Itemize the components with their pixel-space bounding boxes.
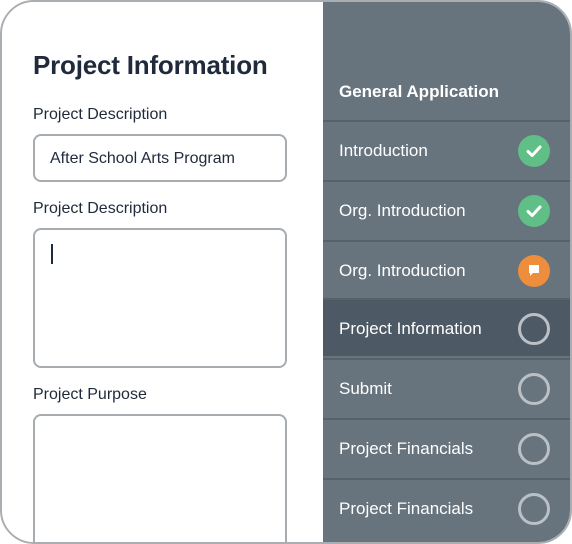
empty-circle-icon <box>518 493 550 525</box>
page-title: Project Information <box>33 50 268 80</box>
project-description-textarea[interactable] <box>33 228 287 368</box>
sidebar-item-org-introduction-2[interactable]: Org. Introduction <box>323 240 570 298</box>
project-purpose-textarea[interactable] <box>33 414 287 542</box>
sidebar-item-submit[interactable]: Submit <box>323 358 570 416</box>
empty-circle-icon <box>518 433 550 465</box>
project-description-label-2: Project Description <box>33 200 168 217</box>
project-purpose-label: Project Purpose <box>33 386 147 403</box>
sidebar-item-org-introduction[interactable]: Org. Introduction <box>323 180 570 238</box>
steps-sidebar: General Application Introduction Org. In… <box>323 2 570 542</box>
sidebar-item-introduction[interactable]: Introduction <box>323 120 570 178</box>
sidebar-item-label: Project Financials <box>339 439 474 458</box>
empty-circle-icon <box>518 373 550 405</box>
sidebar-item-label: Org. Introduction <box>339 201 466 220</box>
empty-circle-icon <box>518 313 550 345</box>
text-cursor <box>51 244 53 264</box>
sidebar-item-label: Project Financials <box>339 499 474 518</box>
sidebar-item-project-financials[interactable]: Project Financials <box>323 418 570 476</box>
project-description-input[interactable]: After School Arts Program <box>33 134 287 182</box>
sidebar-item-label: Org. Introduction <box>339 261 466 280</box>
flag-icon <box>518 255 550 287</box>
project-description-value: After School Arts Program <box>50 150 235 167</box>
sidebar-item-project-information[interactable]: Project Information <box>323 298 570 356</box>
sidebar-item-label: Project Information <box>339 319 482 338</box>
sidebar-item-project-financials-2[interactable]: Project Financials <box>323 478 570 536</box>
form-panel: Project Information Project Description … <box>2 2 322 542</box>
sidebar-header: General Application <box>339 82 499 101</box>
project-description-label: Project Description <box>33 106 168 123</box>
check-icon <box>518 195 550 227</box>
sidebar-item-label: Submit <box>339 379 392 398</box>
check-icon <box>518 135 550 167</box>
app-frame: Project Information Project Description … <box>0 0 572 544</box>
sidebar-item-label: Introduction <box>339 141 428 160</box>
